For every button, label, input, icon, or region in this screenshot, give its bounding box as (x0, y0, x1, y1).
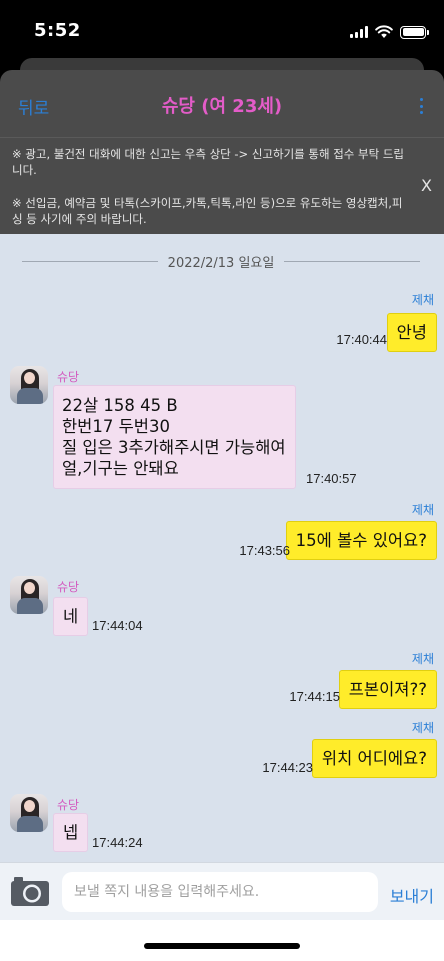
message-bubble[interactable]: 22살 158 45 B 한번17 두번30 질 입은 3추가해주시면 가능해여… (53, 385, 296, 489)
message-bubble[interactable]: 15에 볼수 있어요? (285, 521, 437, 560)
warning-notice: ※ 광고, 불건전 대화에 대한 신고는 우측 상단 -> 신고하기를 통해 접… (0, 137, 444, 234)
avatar[interactable] (10, 794, 48, 832)
sender-name: 제채 (411, 652, 434, 666)
sender-name: 제채 (411, 293, 434, 307)
message-time: 17:44:24 (92, 835, 143, 850)
avatar[interactable] (10, 576, 48, 614)
notice-close-button[interactable]: X (421, 178, 432, 194)
message-time: 17:44:15 (289, 689, 340, 704)
notice-scam-text: ※ 선입금, 예약금 및 타톡(스카이프,카톡,틱톡,라인 등)으로 유도하는 … (12, 196, 403, 226)
send-button[interactable]: 보내기 (390, 883, 434, 907)
avatar[interactable] (10, 366, 48, 404)
sender-name: 슈당 (57, 370, 80, 384)
status-bar: 5:52 (0, 0, 444, 62)
message-input-bar: 보내기 (0, 862, 444, 920)
message-time: 17:40:57 (306, 471, 357, 486)
notice-report-text: ※ 광고, 불건전 대화에 대한 신고는 우측 상단 -> 신고하기를 통해 접… (12, 147, 404, 177)
battery-icon (400, 25, 429, 39)
message-bubble[interactable]: 프본이져?? (338, 670, 437, 709)
message-bubble[interactable]: 안녕 (386, 313, 437, 352)
status-time: 5:52 (34, 20, 81, 41)
wifi-icon (375, 25, 393, 38)
cellular-signal-icon (350, 26, 368, 38)
date-separator: 2022/2/13 일요일 (22, 252, 421, 271)
date-label: 2022/2/13 일요일 (167, 256, 275, 271)
home-indicator-area (0, 920, 444, 961)
more-menu-icon[interactable] (418, 98, 424, 114)
sender-name: 슈당 (57, 798, 80, 812)
sender-name: 슈당 (57, 580, 80, 594)
message-time: 17:44:04 (92, 618, 143, 633)
message-time: 17:40:44 (336, 332, 387, 347)
camera-icon[interactable] (10, 875, 50, 907)
chat-area[interactable]: 2022/2/13 일요일 제채 안녕 17:40:44 슈당 22살 158 … (0, 234, 444, 862)
status-icons (350, 24, 429, 40)
message-time: 17:44:23 (262, 760, 313, 775)
message-time: 17:43:56 (239, 543, 290, 558)
home-indicator[interactable] (144, 943, 300, 949)
message-input[interactable] (62, 872, 378, 912)
message-bubble[interactable]: 위치 어디에요? (311, 739, 437, 778)
chat-header: 뒤로 슈당 (여 23세) (0, 70, 444, 137)
message-bubble[interactable]: 네 (53, 597, 89, 636)
message-bubble[interactable]: 넵 (53, 813, 89, 852)
sender-name: 제채 (411, 721, 434, 735)
sender-name: 제채 (411, 503, 434, 517)
chat-title: 슈당 (여 23세) (161, 96, 283, 117)
